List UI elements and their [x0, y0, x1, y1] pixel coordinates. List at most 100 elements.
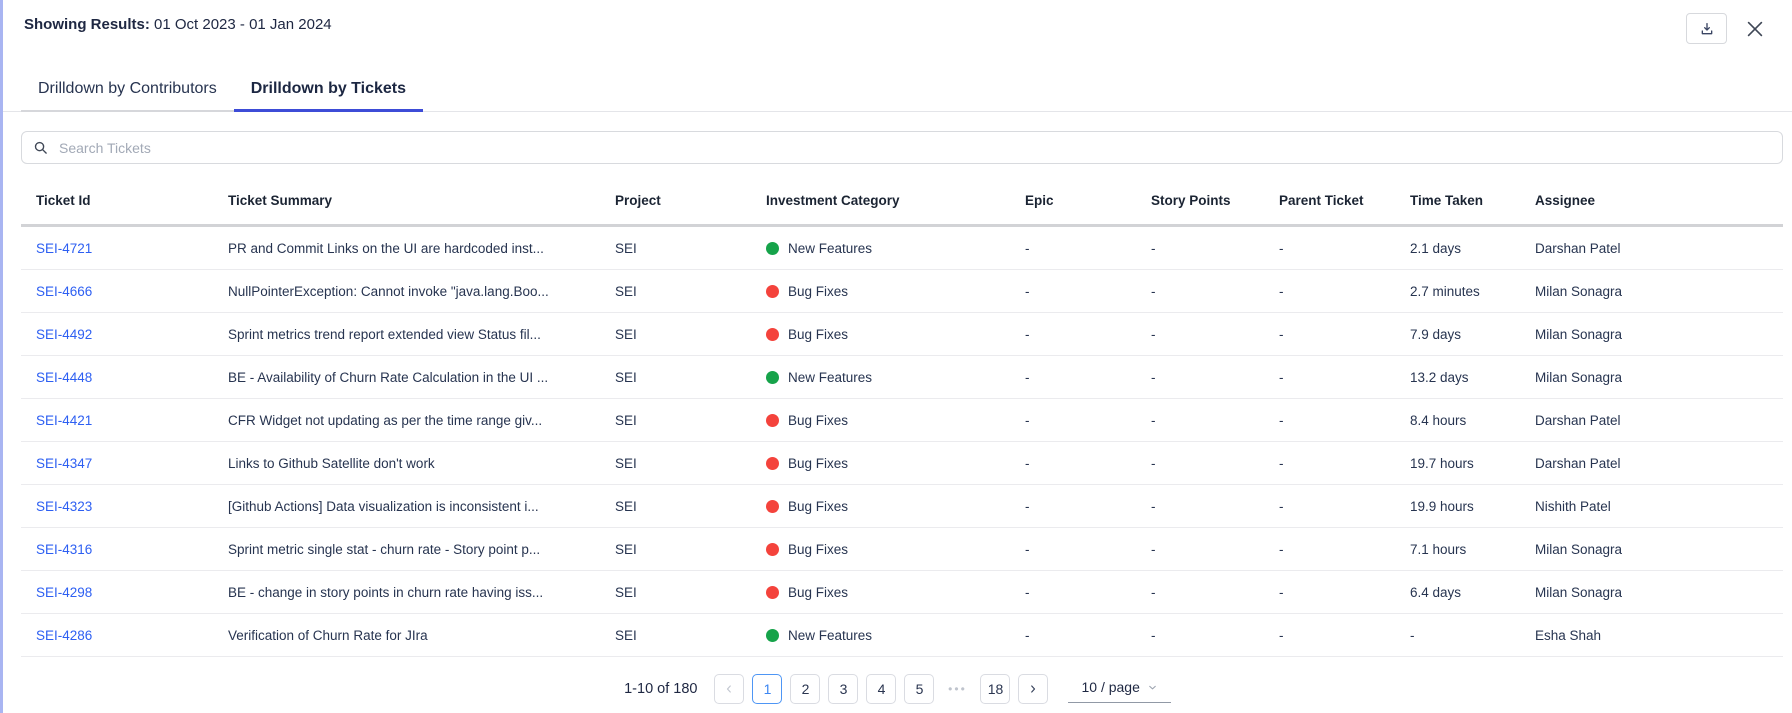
next-page-button[interactable]	[1018, 674, 1048, 704]
project-cell: SEI	[615, 370, 766, 385]
story-points-cell: -	[1151, 585, 1279, 600]
ticket-id-link[interactable]: SEI-4347	[36, 456, 92, 471]
assignee-cell: Milan Sonagra	[1535, 370, 1783, 385]
story-points-cell: -	[1151, 413, 1279, 428]
chevron-down-icon	[1147, 682, 1158, 693]
close-button[interactable]	[1744, 18, 1766, 40]
ticket-summary-cell: Verification of Churn Rate for JIra	[228, 628, 615, 643]
investment-category-cell: Bug Fixes	[766, 284, 1025, 299]
ticket-id-link[interactable]: SEI-4666	[36, 284, 92, 299]
page-button-5[interactable]: 5	[904, 674, 934, 704]
ticket-id-link[interactable]: SEI-4323	[36, 499, 92, 514]
chevron-left-icon	[723, 683, 735, 695]
table-row[interactable]: SEI-4298 BE - change in story points in …	[21, 571, 1783, 614]
table-row[interactable]: SEI-4323 [Github Actions] Data visualiza…	[21, 485, 1783, 528]
parent-ticket-cell: -	[1279, 327, 1410, 342]
investment-category-cell: New Features	[766, 241, 1025, 256]
category-label: Bug Fixes	[788, 284, 848, 299]
project-cell: SEI	[615, 628, 766, 643]
table-header-row: Ticket Id Ticket Summary Project Investm…	[21, 164, 1783, 227]
pagination: 1-10 of 180 12345 ••• 18 10 / page	[3, 674, 1792, 704]
ticket-id-link[interactable]: SEI-4298	[36, 585, 92, 600]
page-button-3[interactable]: 3	[828, 674, 858, 704]
tab-bar: Drilldown by Contributors Drilldown by T…	[3, 71, 1792, 112]
pagination-ellipsis[interactable]: •••	[942, 682, 972, 696]
table-row[interactable]: SEI-4448 BE - Availability of Churn Rate…	[21, 356, 1783, 399]
ticket-id-link[interactable]: SEI-4721	[36, 241, 92, 256]
table-row[interactable]: SEI-4316 Sprint metric single stat - chu…	[21, 528, 1783, 571]
ticket-id-cell: SEI-4666	[21, 284, 228, 299]
investment-category-cell: Bug Fixes	[766, 499, 1025, 514]
column-header-time-taken: Time Taken	[1410, 193, 1535, 208]
parent-ticket-cell: -	[1279, 284, 1410, 299]
category-dot-icon	[766, 586, 779, 599]
search-input[interactable]	[57, 139, 1771, 157]
date-range: 01 Oct 2023 - 01 Jan 2024	[154, 16, 332, 33]
previous-page-button[interactable]	[714, 674, 744, 704]
parent-ticket-cell: -	[1279, 628, 1410, 643]
table-row[interactable]: SEI-4492 Sprint metrics trend report ext…	[21, 313, 1783, 356]
search-icon	[33, 140, 48, 155]
chevron-right-icon	[1027, 683, 1039, 695]
epic-cell: -	[1025, 241, 1151, 256]
ticket-summary-cell: Sprint metric single stat - churn rate -…	[228, 542, 615, 557]
project-cell: SEI	[615, 327, 766, 342]
project-cell: SEI	[615, 499, 766, 514]
investment-category-cell: Bug Fixes	[766, 413, 1025, 428]
tab-drilldown-by-tickets[interactable]: Drilldown by Tickets	[234, 71, 423, 112]
ticket-id-link[interactable]: SEI-4492	[36, 327, 92, 342]
ticket-id-link[interactable]: SEI-4421	[36, 413, 92, 428]
column-header-story-points: Story Points	[1151, 193, 1279, 208]
ticket-id-cell: SEI-4721	[21, 241, 228, 256]
page-size-selector[interactable]: 10 / page	[1068, 675, 1170, 703]
table-row[interactable]: SEI-4286 Verification of Churn Rate for …	[21, 614, 1783, 657]
download-button[interactable]	[1686, 13, 1727, 44]
epic-cell: -	[1025, 456, 1151, 471]
project-cell: SEI	[615, 456, 766, 471]
last-page-button[interactable]: 18	[980, 674, 1010, 704]
column-header-assignee: Assignee	[1535, 193, 1783, 208]
ticket-summary-cell: Links to Github Satellite don't work	[228, 456, 615, 471]
story-points-cell: -	[1151, 499, 1279, 514]
epic-cell: -	[1025, 370, 1151, 385]
parent-ticket-cell: -	[1279, 241, 1410, 256]
assignee-cell: Darshan Patel	[1535, 413, 1783, 428]
parent-ticket-cell: -	[1279, 499, 1410, 514]
column-header-investment-category: Investment Category	[766, 193, 1025, 208]
page-buttons: 12345	[752, 674, 934, 704]
investment-category-cell: New Features	[766, 628, 1025, 643]
table-row[interactable]: SEI-4721 PR and Commit Links on the UI a…	[21, 227, 1783, 270]
time-taken-cell: 8.4 hours	[1410, 413, 1535, 428]
category-dot-icon	[766, 285, 779, 298]
category-label: Bug Fixes	[788, 456, 848, 471]
epic-cell: -	[1025, 542, 1151, 557]
column-header-epic: Epic	[1025, 193, 1151, 208]
ticket-id-cell: SEI-4347	[21, 456, 228, 471]
category-dot-icon	[766, 242, 779, 255]
page-button-1[interactable]: 1	[752, 674, 782, 704]
investment-category-cell: Bug Fixes	[766, 585, 1025, 600]
ticket-summary-cell: BE - Availability of Churn Rate Calculat…	[228, 370, 615, 385]
ticket-summary-cell: NullPointerException: Cannot invoke "jav…	[228, 284, 615, 299]
table-row[interactable]: SEI-4666 NullPointerException: Cannot in…	[21, 270, 1783, 313]
parent-ticket-cell: -	[1279, 456, 1410, 471]
column-header-parent-ticket: Parent Ticket	[1279, 193, 1410, 208]
table-row[interactable]: SEI-4421 CFR Widget not updating as per …	[21, 399, 1783, 442]
pagination-summary: 1-10 of 180	[624, 681, 697, 697]
page-button-2[interactable]: 2	[790, 674, 820, 704]
investment-category-cell: Bug Fixes	[766, 456, 1025, 471]
category-dot-icon	[766, 371, 779, 384]
epic-cell: -	[1025, 585, 1151, 600]
page-button-4[interactable]: 4	[866, 674, 896, 704]
investment-category-cell: Bug Fixes	[766, 542, 1025, 557]
category-dot-icon	[766, 543, 779, 556]
time-taken-cell: 13.2 days	[1410, 370, 1535, 385]
category-dot-icon	[766, 328, 779, 341]
ticket-id-link[interactable]: SEI-4286	[36, 628, 92, 643]
ticket-id-link[interactable]: SEI-4448	[36, 370, 92, 385]
ticket-id-link[interactable]: SEI-4316	[36, 542, 92, 557]
table-row[interactable]: SEI-4347 Links to Github Satellite don't…	[21, 442, 1783, 485]
tab-drilldown-by-contributors[interactable]: Drilldown by Contributors	[21, 71, 234, 112]
time-taken-cell: 7.9 days	[1410, 327, 1535, 342]
ticket-summary-cell: BE - change in story points in churn rat…	[228, 585, 615, 600]
